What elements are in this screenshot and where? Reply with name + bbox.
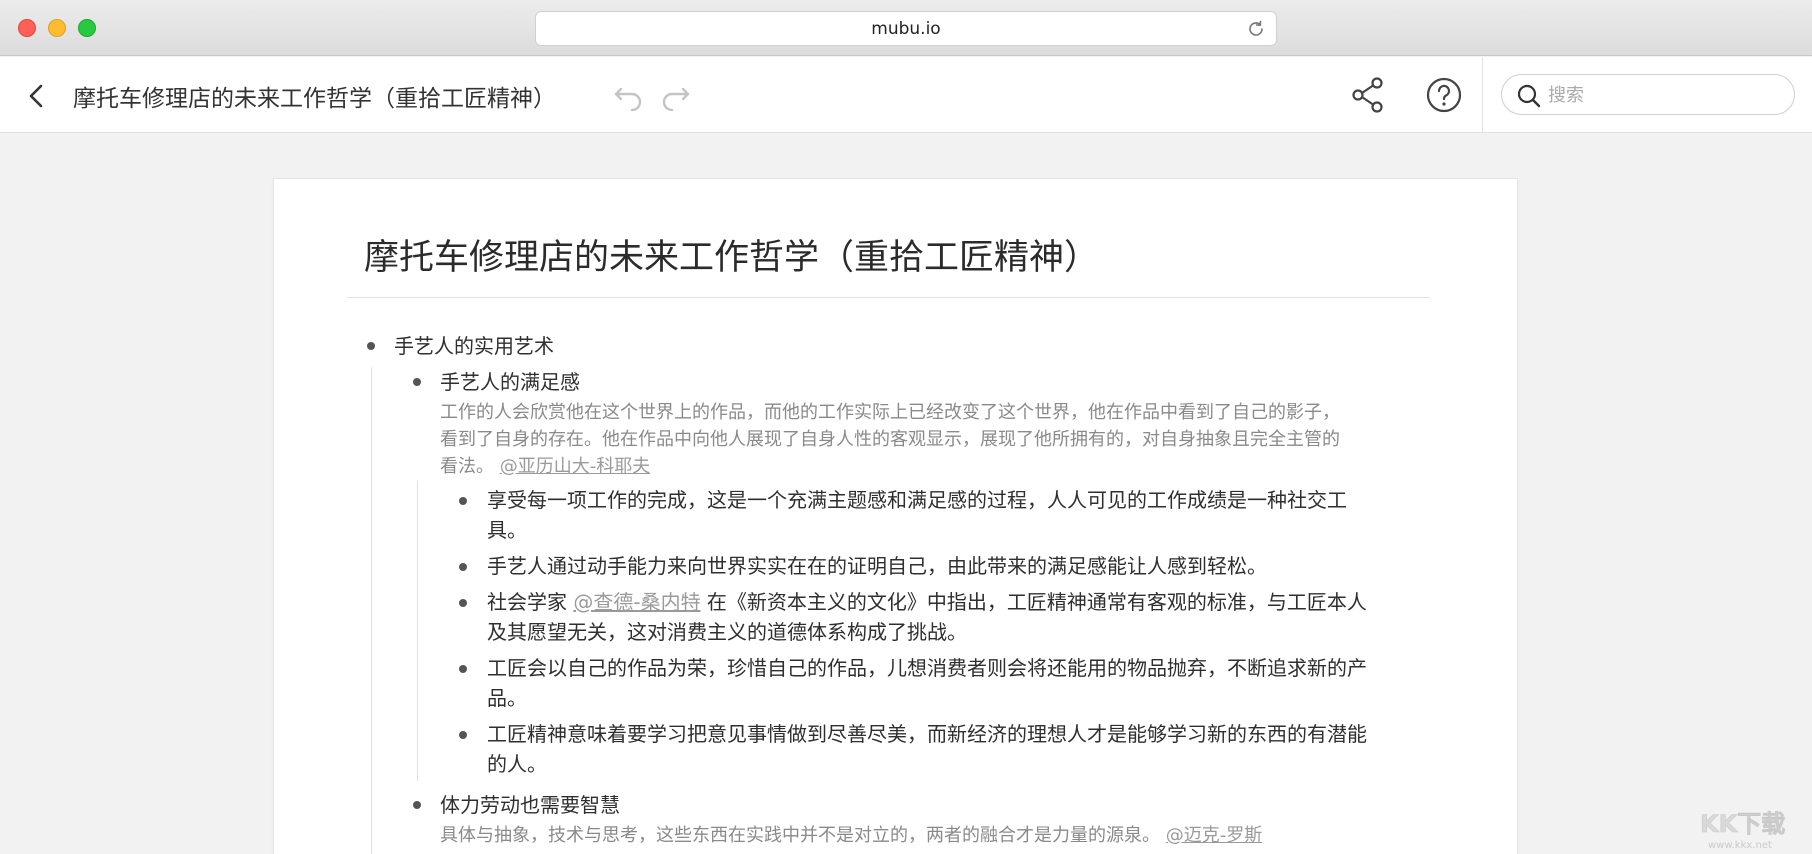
outline-item-continuation[interactable]: 的人。 — [487, 749, 547, 779]
item-text: 社会学家 — [487, 590, 574, 614]
outline-guide-line — [371, 367, 372, 854]
bullet-dot[interactable] — [459, 563, 467, 571]
outline-item-continuation[interactable]: 品。 — [487, 683, 527, 713]
close-window-button[interactable] — [18, 19, 36, 37]
outline-item[interactable]: 工匠会以自己的作品为荣，珍惜自己的作品，儿想消费者则会将还能用的物品抛弃，不断追… — [487, 653, 1367, 683]
header-divider — [1482, 57, 1483, 133]
outline-item[interactable]: 体力劳动也需要智慧 — [440, 790, 620, 820]
outline-item[interactable]: 手艺人通过动手能力来向世界实实在在的证明自己，由此带来的满足感能让人感到轻松。 — [487, 551, 1267, 581]
outline-note[interactable]: 看到了自身的存在。他在作品中向他人展现了自身人性的客观显示，展现了他所拥有的，对… — [440, 426, 1340, 453]
browser-titlebar: mubu.io — [0, 0, 1812, 56]
bullet-dot[interactable] — [459, 497, 467, 505]
app-header: 摩托车修理店的未来工作哲学（重拾工匠精神） — [0, 57, 1812, 133]
reload-icon[interactable] — [1246, 19, 1266, 39]
note-text: 看法。 — [440, 456, 494, 477]
url-text: mubu.io — [871, 18, 941, 39]
bullet-dot[interactable] — [459, 731, 467, 739]
bullet-dot[interactable] — [459, 665, 467, 673]
maximize-window-button[interactable] — [78, 19, 96, 37]
mention-link[interactable]: @亚历山大-科耶夫 — [500, 456, 651, 477]
address-bar[interactable]: mubu.io — [535, 11, 1277, 46]
outline-guide-line — [417, 481, 418, 781]
undo-icon[interactable] — [612, 79, 646, 111]
bullet-dot[interactable] — [459, 599, 467, 607]
note-text: 具体与抽象，技术与思考，这些东西在实践中并不是对立的，两者的融合才是力量的源泉。 — [440, 825, 1160, 846]
outline-item-continuation[interactable]: 及其愿望无关，这对消费主义的道德体系构成了挑战。 — [487, 617, 967, 647]
outline-item-continuation[interactable]: 具。 — [487, 515, 527, 545]
mention-link[interactable]: @迈克-罗斯 — [1166, 825, 1263, 846]
search-input[interactable] — [1548, 81, 1778, 109]
outline-item[interactable]: 享受每一项工作的完成，这是一个充满主题感和满足感的过程，人人可见的工作成绩是一种… — [487, 485, 1347, 515]
outline-item[interactable]: 社会学家 @查德-桑内特 在《新资本主义的文化》中指出，工匠精神通常有客观的标准… — [487, 587, 1367, 617]
header-document-title: 摩托车修理店的未来工作哲学（重拾工匠精神） — [73, 86, 556, 112]
document-title[interactable]: 摩托车修理店的未来工作哲学（重拾工匠精神） — [364, 229, 1099, 280]
bullet-dot[interactable] — [413, 378, 421, 386]
bullet-dot[interactable] — [413, 801, 421, 809]
outline-item[interactable]: 手艺人的实用艺术 — [394, 331, 554, 361]
outline-note[interactable]: 具体与抽象，技术与思考，这些东西在实践中并不是对立的，两者的融合才是力量的源泉。… — [440, 822, 1262, 849]
help-icon[interactable] — [1424, 75, 1464, 115]
watermark-url-text: www.kkx.net — [1708, 840, 1772, 851]
back-arrow-icon[interactable] — [22, 79, 52, 113]
site-watermark-logo: KK下载 www.kkx.net — [1700, 810, 1786, 851]
document-card: 摩托车修理店的未来工作哲学（重拾工匠精神） 手艺人的实用艺术 手艺人的满足感 工… — [273, 178, 1518, 854]
outline-note[interactable]: 工作的人会欣赏他在这个世界上的作品，而他的工作实际上已经改变了这个世界，他在作品… — [440, 399, 1340, 426]
bullet-dot[interactable] — [367, 342, 375, 350]
share-icon[interactable] — [1349, 75, 1387, 115]
mention-link[interactable]: @查德-桑内特 — [573, 590, 700, 614]
outline-item[interactable]: 工匠精神意味着要学习把意见事情做到尽善尽美，而新经济的理想人才是能够学习新的东西… — [487, 719, 1367, 749]
minimize-window-button[interactable] — [48, 19, 66, 37]
title-divider — [347, 297, 1430, 298]
outline-note[interactable]: 看法。 @亚历山大-科耶夫 — [440, 453, 650, 480]
item-text: 在《新资本主义的文化》中指出，工匠精神通常有客观的标准，与工匠本人 — [700, 590, 1367, 614]
redo-icon[interactable] — [658, 79, 692, 111]
search-icon — [1517, 84, 1541, 108]
search-box[interactable] — [1501, 74, 1795, 115]
watermark-logo-text: KK下载 — [1700, 810, 1785, 838]
outline-item[interactable]: 手艺人的满足感 — [440, 367, 580, 397]
